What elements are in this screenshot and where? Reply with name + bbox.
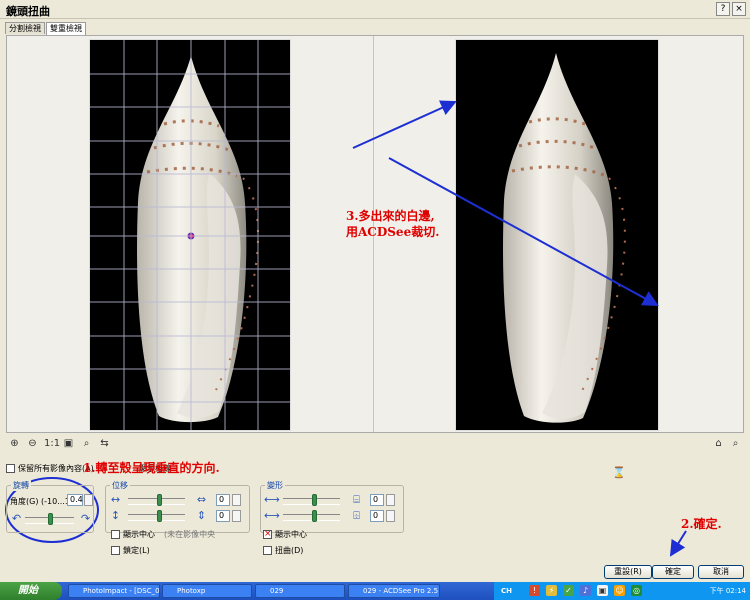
start-button[interactable]: 開始 <box>0 582 62 600</box>
distortion-show-center-checkbox[interactable]: × <box>263 530 272 539</box>
tray-update-icon[interactable]: ✓ <box>563 585 574 596</box>
cancel-button[interactable]: 取消 <box>698 565 744 579</box>
taskbar-photoxp[interactable]: Photoxp <box>162 584 252 598</box>
distortion-group-label: 變形 <box>265 480 285 491</box>
fit-window-icon[interactable]: ▣ <box>62 437 75 450</box>
pan-tool-icon[interactable]: ⇆ <box>98 437 111 450</box>
offset-show-center-checkbox[interactable] <box>111 530 120 539</box>
vertical-stretch-icon: ⇕ <box>196 509 207 522</box>
tray-volume-icon[interactable]: ♪ <box>580 585 591 596</box>
magnifier-icon[interactable]: ⌕ <box>729 437 742 450</box>
lock-checkbox[interactable] <box>111 546 120 555</box>
horizontal-distortion-thumb[interactable] <box>312 494 317 506</box>
zoom-tool-icon[interactable]: ⌕ <box>80 437 93 450</box>
window-title-bar: 鏡頭扭曲 ? × <box>0 0 750 19</box>
crop-note-line-two: 用ACDSee裁切. <box>346 225 440 239</box>
offset-center-note: (未在影像中央 <box>164 530 216 539</box>
top-arrow <box>352 100 457 149</box>
preview-side-tools: ⌂ ⌕ <box>712 437 742 450</box>
tray-smiley-icon[interactable]: ☺ <box>614 585 625 596</box>
vertical-offset-thumb[interactable] <box>157 510 162 522</box>
zoom-out-icon[interactable]: ⊖ <box>26 437 39 450</box>
vertical-offset-icon: ↕ <box>110 509 121 522</box>
angle-input[interactable]: 0.4 <box>67 494 83 506</box>
tab-dual-view[interactable]: 雙重檢視 <box>46 22 86 35</box>
rotate-right-icon[interactable]: ↷ <box>79 512 92 525</box>
taskbar-clock: 下午 02:14 <box>709 587 746 595</box>
rotate-instruction: 1.轉至殼呈現垂直的方向. <box>83 461 220 475</box>
lock-option[interactable]: 鎖定(L) <box>111 545 150 556</box>
rotation-slider-thumb[interactable] <box>48 513 54 525</box>
crop-note-line-one: 3.多出來的白邊, <box>346 209 435 223</box>
rotate-left-icon[interactable]: ↶ <box>10 512 23 525</box>
taskbar-photoimpact[interactable]: PhotoImpact - [DSC_0... <box>68 584 160 598</box>
offset-show-center-label: 顯示中心 <box>123 530 155 539</box>
help-button[interactable]: ? <box>716 2 730 16</box>
preview-area: 3.多出來的白邊, 用ACDSee裁切. <box>6 35 744 433</box>
home-icon[interactable]: ⌂ <box>712 437 725 450</box>
horizontal-distortion-icon: ⟷ <box>264 493 280 506</box>
keep-all-content-option[interactable]: 保留所有影像內容(A) <box>6 463 94 474</box>
vertical-distortion-shape-icon: ⌹ <box>353 509 360 522</box>
zoom-in-icon[interactable]: ⊕ <box>8 437 21 450</box>
view-tabs: 分割檢視 雙重檢視 <box>5 22 87 35</box>
ok-instruction: 2.確定. <box>681 517 722 531</box>
window-title: 鏡頭扭曲 <box>6 5 50 18</box>
lock-label: 鎖定(L) <box>123 546 150 555</box>
taskbar-acdsee[interactable]: 029 - ACDSee Pro 2.5 <box>348 584 440 598</box>
offset-group-label: 位移 <box>110 480 130 491</box>
vertical-offset-spin[interactable] <box>232 510 241 522</box>
vertical-distortion-icon: ⟷ <box>264 509 280 522</box>
distortion-group: 變形 ⟷ ⌸ 0 ⟷ ⌹ 0 <box>260 480 404 533</box>
offset-show-center-option[interactable]: 顯示中心 (未在影像中央 <box>111 529 215 540</box>
tab-split-view[interactable]: 分割檢視 <box>5 22 45 34</box>
tray-security-icon[interactable]: ! <box>529 585 540 596</box>
horizontal-distortion-input[interactable]: 0 <box>370 494 384 506</box>
distortion-show-center-label: 顯示中心 <box>275 530 307 539</box>
offset-group: 位移 ↔ ⇔ 0 ↕ ⇕ 0 <box>105 480 250 533</box>
tray-monitor-icon[interactable]: ▣ <box>597 585 608 596</box>
tray-antivirus-icon[interactable]: ◎ <box>631 585 642 596</box>
horizontal-offset-icon: ↔ <box>110 493 121 506</box>
tray-network-icon[interactable]: ⚡ <box>546 585 557 596</box>
system-tray: CH ! ⚡ ✓ ♪ ▣ ☺ ◎ 下午 02:14 <box>494 582 750 600</box>
distort-label: 扭曲(D) <box>275 546 304 555</box>
distort-checkbox[interactable] <box>263 546 272 555</box>
rotation-group: 旋轉 角度(G) (-10...10): 0.4 ↶ ↷ <box>6 480 94 533</box>
reset-button[interactable]: 重設(R) <box>604 565 652 579</box>
preview-toolbar: ⊕ ⊖ 1:1 ▣ ⌕ ⇆ <box>8 437 111 450</box>
vertical-distortion-spin[interactable] <box>386 510 395 522</box>
ok-arrow <box>669 530 687 557</box>
horizontal-offset-thumb[interactable] <box>157 494 162 506</box>
horizontal-offset-spin[interactable] <box>232 494 241 506</box>
ime-indicator[interactable]: CH <box>501 582 512 600</box>
angle-spin-button[interactable] <box>84 494 93 506</box>
distortion-show-center-option[interactable]: × 顯示中心 <box>263 529 307 540</box>
close-button[interactable]: × <box>732 2 746 16</box>
horizontal-offset-input[interactable]: 0 <box>216 494 230 506</box>
vertical-distortion-input[interactable]: 0 <box>370 510 384 522</box>
horizontal-stretch-icon: ⇔ <box>196 493 207 506</box>
taskbar-folder-029[interactable]: 029 <box>255 584 345 598</box>
horizontal-distortion-spin[interactable] <box>386 494 395 506</box>
keep-all-content-checkbox[interactable] <box>6 464 15 473</box>
rotation-group-label: 旋轉 <box>11 480 31 491</box>
actual-size-icon[interactable]: 1:1 <box>44 437 60 450</box>
vertical-distortion-thumb[interactable] <box>312 510 317 522</box>
vertical-offset-input[interactable]: 0 <box>216 510 230 522</box>
crop-note: 3.多出來的白邊, 用ACDSee裁切. <box>346 208 456 240</box>
ok-button[interactable]: 確定 <box>652 565 694 579</box>
horizontal-distortion-shape-icon: ⌸ <box>353 493 360 506</box>
taskbar: 開始 PhotoImpact - [DSC_0... Photoxp 029 0… <box>0 582 750 600</box>
distort-option[interactable]: 扭曲(D) <box>263 545 303 556</box>
hourglass-icon: ⌛ <box>612 466 626 479</box>
